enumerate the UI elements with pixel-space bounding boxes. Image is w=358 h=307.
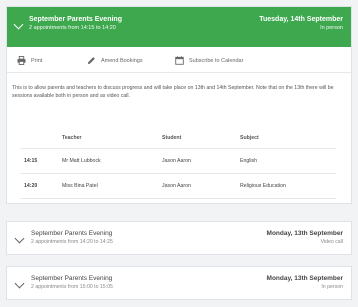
event-subtitle: 2 appointments from 15:00 to 15:05 — [31, 284, 113, 290]
event-date: Tuesday, 14th September — [259, 16, 343, 23]
appointment-teacher: Mr Matt Lubbock — [62, 148, 162, 174]
appointment-time: 14:15 — [20, 148, 62, 174]
event-title: September Parents Evening — [29, 16, 122, 23]
event-date: Monday, 13th September — [266, 275, 343, 282]
chevron-down-icon[interactable] — [13, 19, 24, 30]
appointment-student: Jason Aaron — [162, 148, 240, 174]
event-subtitle: 2 appointments from 14:15 to 14:20 — [29, 25, 116, 31]
column-header-subject: Subject — [240, 128, 336, 149]
amend-bookings-button[interactable]: Amend Bookings — [87, 56, 143, 65]
appointment-subject: Religious Education — [240, 173, 336, 199]
pencil-icon — [87, 57, 95, 65]
subscribe-calendar-button[interactable]: Subscribe to Calendar — [175, 56, 243, 65]
printer-icon — [17, 56, 26, 65]
table-row: 14:20 Miss Bina Patel Jason Aaron Religi… — [20, 173, 336, 199]
calendar-icon — [175, 56, 184, 65]
chevron-down-icon[interactable] — [14, 233, 25, 244]
appointment-time: 14:20 — [20, 173, 62, 199]
event-mode: In person — [321, 284, 343, 290]
event-title: September Parents Evening — [31, 275, 113, 282]
column-header-student: Student — [162, 128, 240, 149]
event-title: September Parents Evening — [31, 230, 113, 237]
event-card-collapsed[interactable]: September Parents Evening 2 appointments… — [6, 221, 352, 255]
event-description: This is to allow parents and teachers to… — [12, 85, 334, 99]
event-card-collapsed[interactable]: September Parents Evening 2 appointments… — [6, 266, 352, 300]
appointments-table: Teacher Student Subject 14:15 Mr Matt Lu… — [20, 128, 336, 199]
appointment-teacher: Miss Bina Patel — [62, 173, 162, 199]
event-toolbar: Print Amend Bookings Subscribe to Calend… — [7, 47, 351, 73]
amend-bookings-label: Amend Bookings — [101, 57, 143, 64]
appointment-student: Jason Aaron — [162, 173, 240, 199]
appointment-subject: English — [240, 148, 336, 174]
chevron-down-icon[interactable] — [14, 278, 25, 289]
table-header-row: Teacher Student Subject — [20, 128, 336, 149]
print-button[interactable]: Print — [17, 56, 42, 65]
event-header[interactable]: September Parents Evening 2 appointments… — [7, 7, 351, 47]
print-label: Print — [31, 57, 43, 64]
subscribe-calendar-label: Subscribe to Calendar — [189, 57, 244, 64]
column-header-teacher: Teacher — [62, 128, 162, 149]
event-date: Monday, 13th September — [266, 230, 343, 237]
table-row: 14:15 Mr Matt Lubbock Jason Aaron Englis… — [20, 148, 336, 174]
column-header-time — [20, 128, 62, 149]
event-mode: In person — [320, 25, 343, 31]
event-mode: Video call — [320, 239, 343, 245]
event-subtitle: 2 appointments from 14:20 to 14:25 — [31, 239, 113, 245]
